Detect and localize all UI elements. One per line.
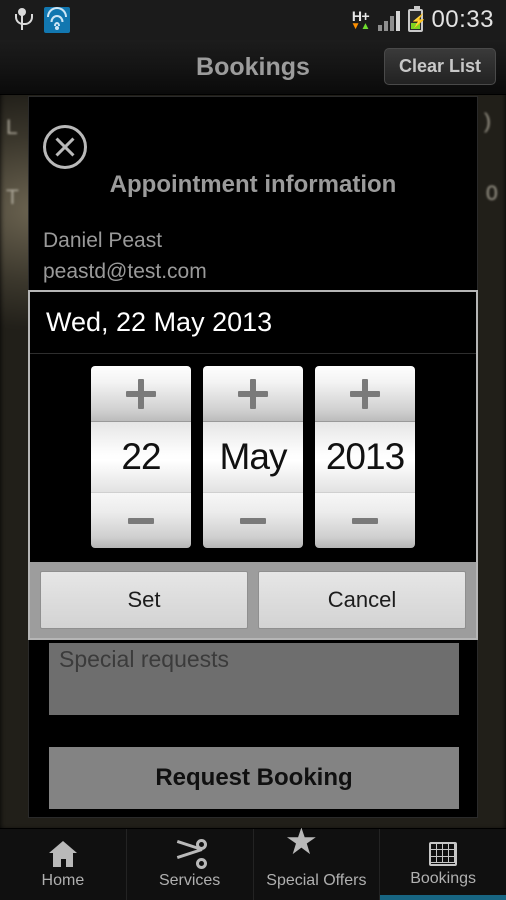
month-decrement-button[interactable] <box>203 492 303 548</box>
special-requests-input[interactable]: Special requests <box>49 643 459 715</box>
close-circle-icon[interactable] <box>43 125 87 169</box>
plus-icon <box>126 378 156 409</box>
cancel-button[interactable]: Cancel <box>258 571 466 629</box>
date-picker-actions: Set Cancel <box>30 562 476 638</box>
star-icon <box>286 827 331 868</box>
home-icon <box>48 840 78 868</box>
tab-services-label: Services <box>158 871 221 889</box>
customer-email: peastd@test.com <box>43 260 207 283</box>
minus-icon <box>240 517 266 524</box>
special-requests-placeholder: Special requests <box>59 646 230 672</box>
selected-date-label: Wed, 22 May 2013 <box>46 307 273 337</box>
tab-bookings-label: Bookings <box>410 869 477 887</box>
background-ghost-text-paren: ) <box>484 110 491 133</box>
day-value[interactable]: 22 <box>91 422 191 492</box>
tab-home-label: Home <box>41 871 85 889</box>
set-button[interactable]: Set <box>40 571 248 629</box>
year-value[interactable]: 2013 <box>315 422 415 492</box>
usb-icon <box>13 8 33 32</box>
day-spinner: 22 <box>91 366 191 548</box>
date-picker-header: Wed, 22 May 2013 <box>30 292 476 354</box>
request-booking-button[interactable]: Request Booking <box>49 747 459 809</box>
status-bar: H+ ▼▲ ⚡ 00:33 <box>0 0 506 40</box>
year-spinner: 2013 <box>315 366 415 548</box>
calendar-icon <box>429 841 458 866</box>
plus-icon <box>350 378 380 409</box>
month-value[interactable]: May <box>203 422 303 492</box>
tab-home[interactable]: Home <box>0 829 127 900</box>
tab-bookings[interactable]: Bookings <box>380 829 506 900</box>
battery-charging-icon: ⚡ <box>408 5 427 32</box>
tab-special-offers[interactable]: Special Offers <box>254 827 381 900</box>
wifi-icon <box>44 7 70 33</box>
year-decrement-button[interactable] <box>315 492 415 548</box>
date-picker-dialog: Wed, 22 May 2013 22 May 2013 Set Cancel <box>28 290 478 640</box>
day-decrement-button[interactable] <box>91 492 191 548</box>
status-bar-clock: 00:33 <box>431 6 494 33</box>
dialog-title: Appointment information <box>109 171 397 198</box>
date-picker-spinners: 22 May 2013 <box>30 354 476 562</box>
year-increment-button[interactable] <box>315 366 415 422</box>
tab-special-offers-label: Special Offers <box>266 871 367 889</box>
network-type-icon: H+ ▼▲ <box>350 7 371 32</box>
bottom-tab-bar: Home Services Special Offers Bookings <box>0 827 506 900</box>
minus-icon <box>352 517 378 524</box>
scissors-icon <box>175 838 207 869</box>
minus-icon <box>128 517 154 524</box>
plus-icon <box>238 378 268 409</box>
phone-screen: L T ) 0 H+ ▼▲ ⚡ 00:33 Bookings Clear Lis… <box>0 0 506 900</box>
background-ghost-text-zero: 0 <box>486 182 498 205</box>
clear-list-button[interactable]: Clear List <box>383 48 496 85</box>
day-increment-button[interactable] <box>91 366 191 422</box>
month-increment-button[interactable] <box>203 366 303 422</box>
background-ghost-text-t: T <box>6 186 19 209</box>
customer-name: Daniel Peast <box>43 229 163 252</box>
background-ghost-text-l: L <box>6 116 18 139</box>
action-bar: Bookings Clear List <box>0 40 506 95</box>
signal-bars-icon <box>378 9 401 31</box>
tab-services[interactable]: Services <box>127 829 254 900</box>
month-spinner: May <box>203 366 303 548</box>
